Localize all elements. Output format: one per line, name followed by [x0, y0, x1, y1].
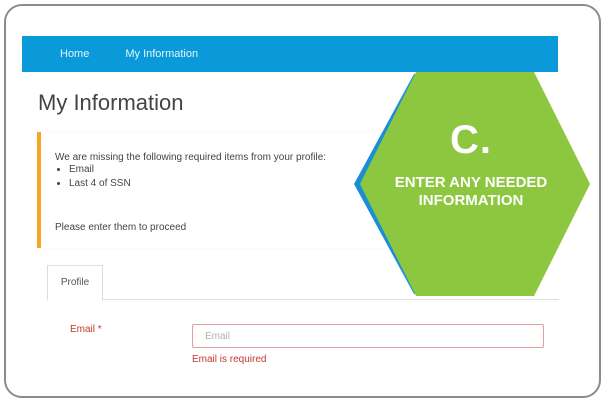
email-error-message: Email is required — [192, 354, 267, 365]
callout-text-line1: ENTER ANY NEEDED — [394, 174, 548, 191]
alert-missing-item: Email — [69, 163, 131, 177]
nav-my-information-link[interactable]: My Information — [125, 48, 198, 60]
nav-home-link[interactable]: Home — [60, 48, 89, 60]
email-label-text: Email — [70, 324, 96, 335]
alert-missing-item: Last 4 of SSN — [69, 177, 131, 191]
required-marker: * — [97, 324, 102, 335]
callout-step-letter: C. — [450, 118, 492, 162]
alert-message: We are missing the following required it… — [55, 152, 327, 163]
step-callout-badge: C. ENTER ANY NEEDED INFORMATION — [352, 72, 590, 296]
tab-profile[interactable]: Profile — [47, 265, 103, 301]
alert-missing-list: Email Last 4 of SSN — [59, 163, 131, 191]
email-field[interactable] — [192, 324, 544, 348]
callout-text-line2: INFORMATION — [418, 192, 524, 209]
page-title: My Information — [38, 90, 184, 115]
email-field-label: Email * — [70, 324, 102, 335]
alert-footer: Please enter them to proceed — [55, 222, 187, 233]
tabs-divider — [47, 299, 559, 300]
top-navbar: Home My Information — [22, 36, 558, 72]
